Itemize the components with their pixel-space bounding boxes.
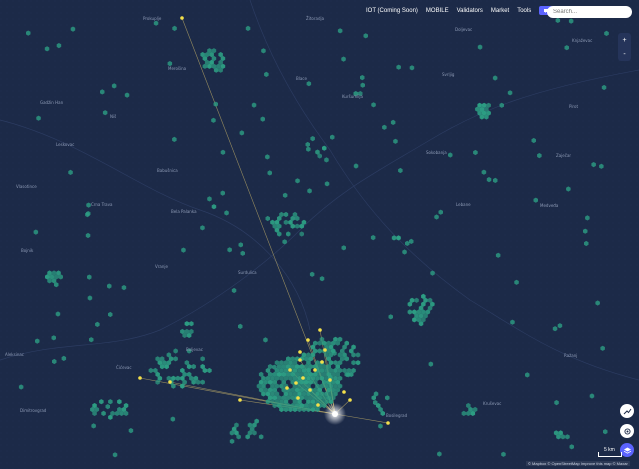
beacon-point[interactable] xyxy=(386,421,390,425)
trend-icon xyxy=(623,408,631,414)
place-label: Surdulica xyxy=(238,270,257,275)
selected-hotspot-marker[interactable] xyxy=(332,411,338,417)
beacon-point[interactable] xyxy=(288,368,292,372)
locate-button[interactable] xyxy=(620,424,634,438)
place-label: Zaječar xyxy=(556,153,571,158)
place-label: Gadžin Han xyxy=(40,100,64,105)
map-attribution[interactable]: © Mapbox © OpenStreetMap Improve this ma… xyxy=(526,461,630,466)
nav-market[interactable]: Market xyxy=(491,8,509,14)
beacon-point[interactable] xyxy=(298,350,302,354)
beacon-point[interactable] xyxy=(316,403,320,407)
beacon-point[interactable] xyxy=(318,328,322,332)
place-label: Kuršumlija xyxy=(342,94,363,99)
zoom-control: + - xyxy=(618,33,631,61)
place-label: Doljevac xyxy=(455,27,472,32)
place-label: Bela Palanka xyxy=(171,209,197,214)
place-label: Leskovac xyxy=(56,142,74,147)
place-label: Dimitrovgrad xyxy=(20,408,47,413)
beacon-point[interactable] xyxy=(306,338,310,342)
place-label: Ražanj xyxy=(564,353,577,358)
place-label: Aleksinac xyxy=(5,352,24,357)
scale-label: 5 km xyxy=(604,447,615,453)
beacon-point[interactable] xyxy=(348,398,352,402)
beacon-point[interactable] xyxy=(238,398,242,402)
place-label: Niš xyxy=(110,114,116,119)
zoom-in-button[interactable]: + xyxy=(618,34,631,47)
nav-tools[interactable]: Tools xyxy=(517,8,531,14)
place-label: Vlasotince xyxy=(16,184,37,189)
top-nav: IOT (Coming Soon) MOBILE Validators Mark… xyxy=(366,6,570,15)
beacon-point[interactable] xyxy=(294,381,298,385)
beacon-point[interactable] xyxy=(138,376,142,380)
place-label: Boljevac xyxy=(186,347,203,352)
layers-button[interactable] xyxy=(620,443,634,457)
layers-icon xyxy=(623,447,631,454)
search-input[interactable] xyxy=(547,6,632,18)
beacon-point[interactable] xyxy=(320,360,324,364)
place-label: Svrljig xyxy=(442,72,455,77)
place-label: Pirot xyxy=(569,104,578,109)
place-label: Bosilegrad xyxy=(386,413,408,418)
place-label: Knjaževac xyxy=(572,38,592,43)
place-label: Žitoradja xyxy=(306,16,325,21)
place-label: Bojnik xyxy=(21,248,34,253)
place-label: Lebane xyxy=(456,202,471,207)
place-label: Sokobanja xyxy=(426,150,447,155)
beacon-point[interactable] xyxy=(285,386,289,390)
beacon-point[interactable] xyxy=(323,348,327,352)
beacon-point[interactable] xyxy=(180,16,184,20)
nav-validators[interactable]: Validators xyxy=(457,8,483,14)
beacon-point[interactable] xyxy=(313,368,317,372)
locate-icon xyxy=(623,427,631,435)
beacon-point[interactable] xyxy=(342,390,346,394)
place-label: Medveđa xyxy=(540,203,559,208)
place-label: Vranje xyxy=(155,264,168,269)
place-label: Merošina xyxy=(168,66,187,71)
beacon-point[interactable] xyxy=(296,396,300,400)
beacon-point[interactable] xyxy=(328,378,332,382)
place-label: Kruševac xyxy=(483,401,501,406)
beacon-point[interactable] xyxy=(308,388,312,392)
map-canvas[interactable]: Prokuplje Žitoradja Doljevac Merošina Blace K… xyxy=(0,0,639,469)
beacon-point[interactable] xyxy=(298,358,302,362)
nav-mobile[interactable]: MOBILE xyxy=(426,8,449,14)
place-label: Prokuplje xyxy=(143,16,162,21)
place-label: Blace xyxy=(296,76,308,81)
beacon-point[interactable] xyxy=(168,380,172,384)
beacon-point[interactable] xyxy=(301,376,305,380)
trend-button[interactable] xyxy=(620,404,634,418)
place-label: Crna Trava xyxy=(91,202,113,207)
zoom-out-button[interactable]: - xyxy=(618,48,631,61)
place-label: Ćićevac xyxy=(116,365,132,370)
nav-iot[interactable]: IOT (Coming Soon) xyxy=(366,8,418,14)
place-label: Babušnica xyxy=(157,168,178,173)
